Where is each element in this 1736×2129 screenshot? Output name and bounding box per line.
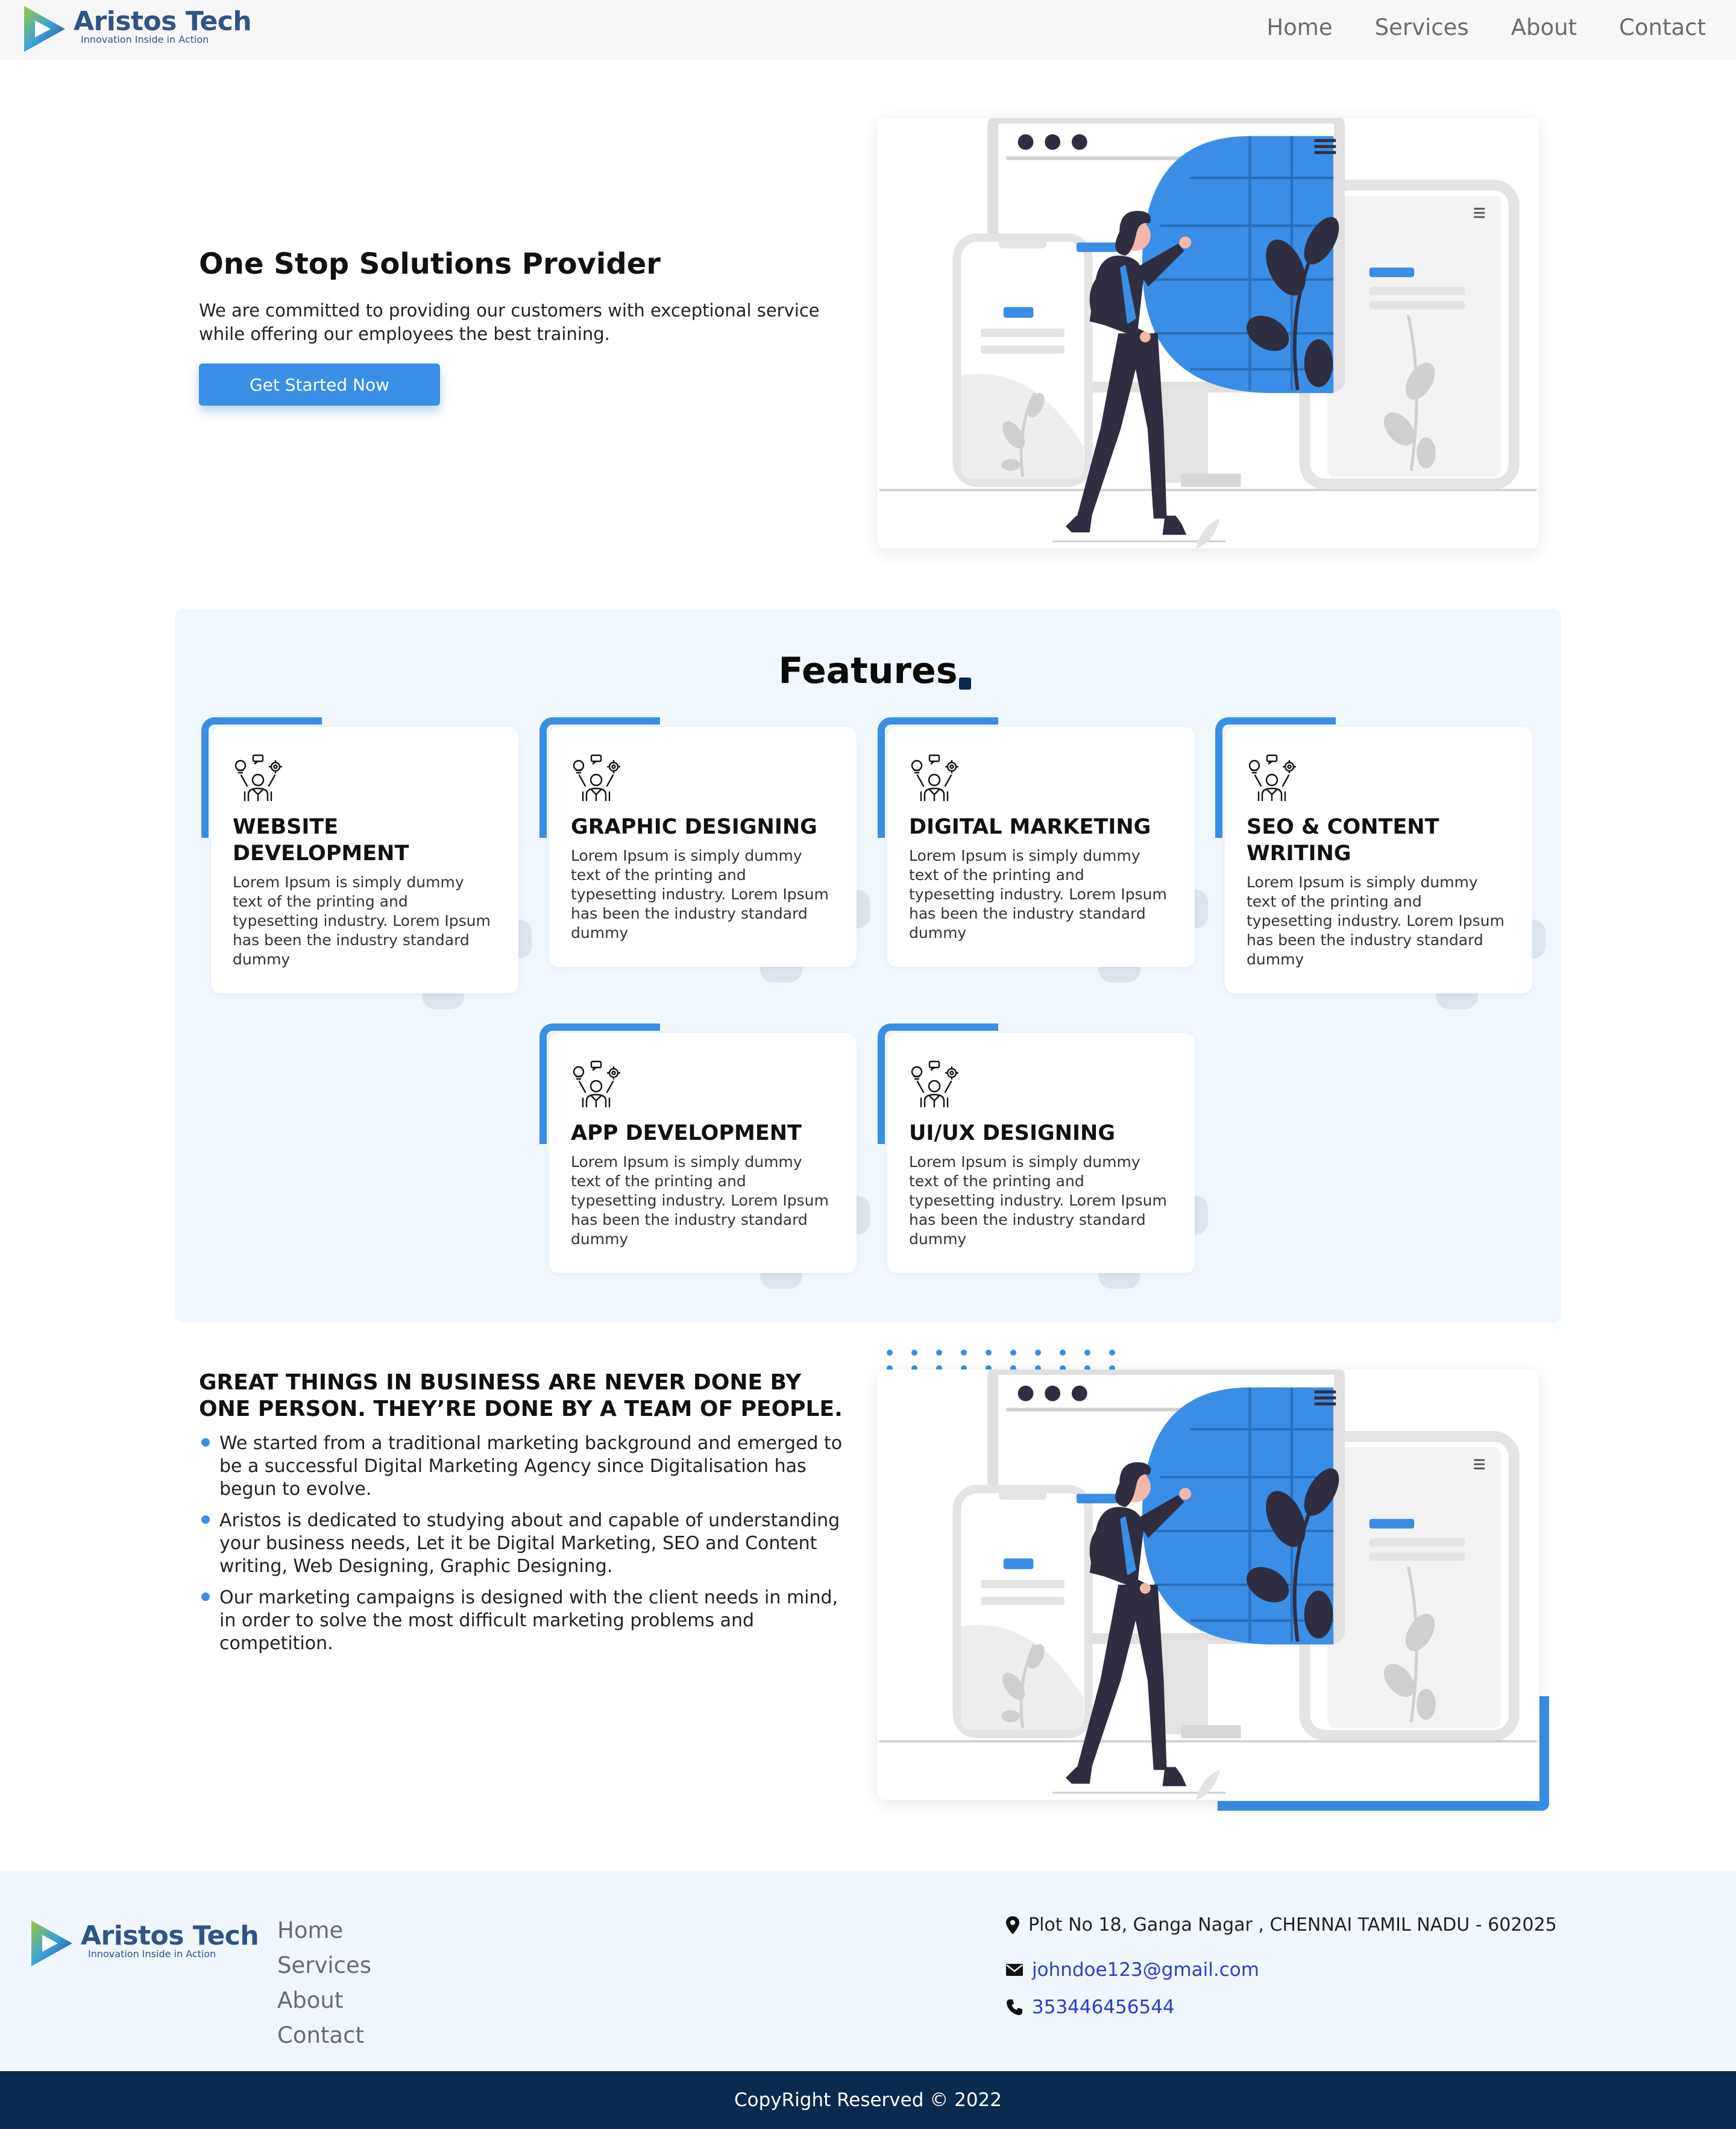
feature-card-text: Lorem Ipsum is simply dummy text of the … [909,1153,1167,1248]
copyright-bar: CopyRight Reserved © 2022 [0,2071,1736,2129]
list-item: Our marketing campaigns is designed with… [199,1587,856,1655]
feature-card-app-development[interactable]: APP DEVELOPMENT Lorem Ipsum is simply du… [539,1024,870,1289]
team-illustration [878,1370,1538,1800]
footer-link-contact[interactable]: Contact [277,2018,371,2053]
footer-phone: 353446456544 [1005,1996,1175,2018]
nav-link-about[interactable]: About [1511,14,1577,40]
feature-card-digital-marketing[interactable]: DIGITAL MARKETING Lorem Ipsum is simply … [878,717,1208,983]
brand-tagline: Innovation Inside in Action [81,34,209,45]
team-ideas-icon [571,753,621,803]
feature-card-title: WEBSITE DEVELOPMENT [233,815,409,866]
feature-card-title: APP DEVELOPMENT [571,1121,802,1145]
brand-tagline: Innovation Inside in Action [88,1948,216,1960]
nav-link-home[interactable]: Home [1266,14,1332,40]
features-title: Features [769,650,971,692]
feature-card-text: Lorem Ipsum is simply dummy text of the … [571,1153,829,1248]
team-points: We started from a traditional marketing … [199,1432,856,1664]
footer-link-about[interactable]: About [277,1983,371,2018]
features-section: Features WEBSITE DEVELOPMENT Lorem Ipsum… [175,609,1561,1323]
team-title: GREAT THINGS IN BUSINESS ARE NEVER DONE … [199,1370,843,1421]
feature-card-text: Lorem Ipsum is simply dummy text of the … [233,873,491,968]
phone-icon [1007,1999,1022,2015]
footer-link-home[interactable]: Home [277,1913,371,1948]
feature-card-graphic-designing[interactable]: GRAPHIC DESIGNING Lorem Ipsum is simply … [539,717,870,983]
team-ideas-icon [571,1060,621,1109]
play-logo-icon [24,6,65,52]
brand-name: Aristos Tech [81,1920,259,1951]
decor-dots [887,1350,1115,1371]
hero-title: One Stop Solutions Provider [199,247,661,281]
feature-card-text: Lorem Ipsum is simply dummy text of the … [909,847,1167,942]
footer: Aristos Tech Innovation Inside in Action… [0,1871,1736,2071]
feature-card-website-development[interactable]: WEBSITE DEVELOPMENT Lorem Ipsum is simpl… [201,717,532,1009]
feature-card-title: UI/UX DESIGNING [909,1121,1116,1145]
feature-card-title: GRAPHIC DESIGNING [571,815,817,839]
decor-square [958,678,971,690]
list-item: Aristos is dedicated to studying about a… [199,1509,856,1578]
team-ideas-icon [1247,753,1297,803]
feature-card-text: Lorem Ipsum is simply dummy text of the … [571,847,829,942]
feature-card-ui-ux-designing[interactable]: UI/UX DESIGNING Lorem Ipsum is simply du… [878,1024,1208,1289]
feature-card-text: Lorem Ipsum is simply dummy text of the … [1247,873,1505,968]
main-nav: Home Services About Contact [1224,14,1706,40]
list-item: We started from a traditional marketing … [199,1432,856,1501]
nav-link-contact[interactable]: Contact [1619,14,1706,40]
nav-link-services[interactable]: Services [1375,14,1469,40]
hero-description: We are committed to providing our custom… [199,300,820,344]
get-started-button[interactable]: Get Started Now [199,363,440,406]
location-pin-icon [1006,1916,1019,1934]
footer-nav: Home Services About Contact [277,1913,371,2053]
feature-card-title: SEO & CONTENT WRITING [1247,815,1439,866]
phone-link[interactable]: 353446456544 [1032,1996,1175,2018]
footer-link-services[interactable]: Services [277,1948,371,1983]
team-ideas-icon [909,753,960,803]
feature-card-title: DIGITAL MARKETING [909,815,1151,839]
email-link[interactable]: johndoe123@gmail.com [1032,1959,1259,1981]
brand-name: Aristos Tech [74,6,252,37]
feature-card-seo-content-writing[interactable]: SEO & CONTENT WRITING Lorem Ipsum is sim… [1215,717,1546,1009]
brand-logo[interactable]: Aristos Tech Innovation Inside in Action [20,2,252,58]
footer-address: Plot No 18, Ganga Nagar , CHENNAI TAMIL … [1005,1914,1557,1936]
footer-brand-logo[interactable]: Aristos Tech Innovation Inside in Action [28,1917,259,1972]
footer-email: johndoe123@gmail.com [1005,1959,1259,1981]
navbar: Aristos Tech Innovation Inside in Action… [0,0,1736,60]
play-logo-icon [31,1920,72,1966]
envelope-icon [1006,1964,1023,1976]
team-ideas-icon [909,1060,960,1109]
hero-illustration [878,118,1538,549]
address-text: Plot No 18, Ganga Nagar , CHENNAI TAMIL … [1028,1914,1557,1936]
team-ideas-icon [233,753,283,803]
